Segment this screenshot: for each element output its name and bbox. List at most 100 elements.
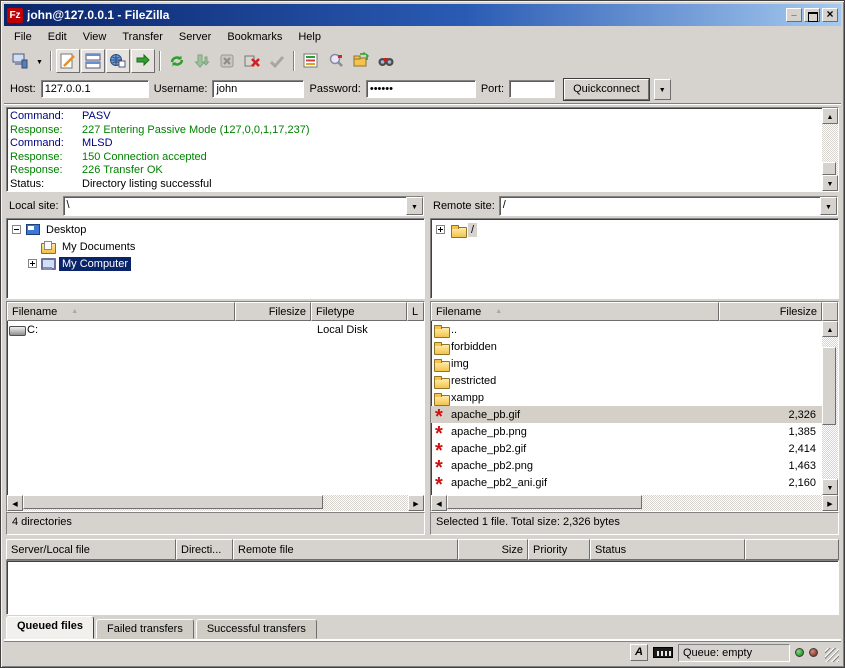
scroll-right-button[interactable] (408, 495, 424, 511)
password-input[interactable] (366, 80, 476, 98)
table-row[interactable]: apache_pb2_ani.gif2,160 (431, 474, 822, 491)
column-header-server-local-file[interactable]: Server/Local file (6, 539, 176, 560)
scroll-down-button[interactable] (822, 479, 838, 495)
minimize-button[interactable] (786, 8, 802, 22)
scroll-up-button[interactable] (822, 321, 838, 337)
scroll-left-button[interactable] (7, 495, 23, 511)
transfer-queue-list[interactable] (6, 560, 839, 615)
table-row[interactable]: apache_pb2.png1,463 (431, 457, 822, 474)
filter-icon (302, 52, 320, 70)
local-directory-tree: Desktop My Documents My Computer (6, 218, 425, 299)
log-label: Response: (10, 164, 82, 178)
tree-item-my-computer[interactable]: My Computer (9, 255, 424, 272)
port-label: Port: (481, 83, 504, 95)
toggle-remote-tree-button[interactable] (106, 49, 130, 73)
table-row[interactable]: img (431, 355, 822, 372)
toggle-local-tree-button[interactable] (81, 49, 105, 73)
scrollbar-thumb[interactable] (822, 162, 836, 175)
menu-file[interactable]: File (6, 29, 40, 45)
tree-item-root[interactable]: / (433, 221, 838, 238)
sync-browse-button[interactable] (349, 49, 373, 73)
reconnect-button[interactable] (265, 49, 289, 73)
column-header-filename[interactable]: Filename (7, 302, 235, 321)
find-button[interactable] (374, 49, 398, 73)
title-bar: Fz john@127.0.0.1 - FileZilla (4, 4, 841, 26)
scrollbar-thumb[interactable] (23, 495, 323, 509)
table-row[interactable]: apache_pb.png1,385 (431, 423, 822, 440)
tab-queued-files[interactable]: Queued files (6, 616, 94, 639)
local-list-hscrollbar[interactable] (7, 495, 424, 511)
column-header-remote-file[interactable]: Remote file (233, 539, 458, 560)
quickconnect-dropdown-button[interactable] (654, 79, 671, 100)
menu-bookmarks[interactable]: Bookmarks (219, 29, 290, 45)
scrollbar-thumb[interactable] (822, 347, 836, 425)
column-header-filesize[interactable]: Filesize (235, 302, 311, 321)
scroll-down-button[interactable] (822, 175, 838, 191)
disconnect-button[interactable] (240, 49, 264, 73)
username-input[interactable] (212, 80, 304, 98)
column-header-filename[interactable]: Filename (431, 302, 719, 321)
chevron-down-icon (36, 55, 43, 67)
scroll-up-button[interactable] (822, 108, 838, 124)
column-header-lastmodified[interactable]: L (407, 302, 424, 321)
indicator-badge-icon[interactable] (653, 647, 673, 658)
table-row[interactable]: C: Local Disk (7, 321, 424, 338)
remote-treeview-icon (109, 52, 127, 70)
column-header-direction[interactable]: Directi... (176, 539, 233, 560)
table-row-selected[interactable]: apache_pb.gif2,326 (431, 406, 822, 423)
toggle-message-log-button[interactable] (56, 49, 80, 73)
cancel-button[interactable] (215, 49, 239, 73)
datatype-ascii-indicator-icon[interactable]: A (630, 644, 648, 661)
menu-help[interactable]: Help (290, 29, 329, 45)
site-manager-dropdown-button[interactable] (33, 49, 46, 73)
quickconnect-button[interactable]: Quickconnect (564, 79, 649, 100)
local-site-combo[interactable]: \ (63, 196, 424, 216)
tree-item-desktop[interactable]: Desktop (9, 221, 424, 238)
remote-list-hscrollbar[interactable] (431, 495, 838, 511)
compare-button[interactable] (324, 49, 348, 73)
tab-failed-transfers[interactable]: Failed transfers (96, 619, 194, 639)
queue-view-icon (134, 52, 152, 70)
expand-icon[interactable] (28, 259, 37, 268)
scroll-right-button[interactable] (822, 495, 838, 511)
column-header-filetype[interactable]: Filetype (311, 302, 407, 321)
remote-directory-tree: / (430, 218, 839, 299)
table-row[interactable]: apache_pb2.gif2,414 (431, 440, 822, 457)
log-scrollbar[interactable] (822, 108, 838, 191)
column-header-filesize[interactable]: Filesize (719, 302, 822, 321)
table-row[interactable]: restricted (431, 372, 822, 389)
tab-successful-transfers[interactable]: Successful transfers (196, 619, 317, 639)
port-input[interactable] (509, 80, 555, 98)
menu-view[interactable]: View (75, 29, 115, 45)
column-header-priority[interactable]: Priority (528, 539, 590, 560)
menu-transfer[interactable]: Transfer (114, 29, 171, 45)
toggle-queue-button[interactable] (131, 49, 155, 73)
scrollbar-thumb[interactable] (447, 495, 642, 509)
process-queue-button[interactable] (190, 49, 214, 73)
file-size: 2,326 (723, 409, 822, 421)
remote-site-combo[interactable]: / (499, 196, 838, 216)
column-header-spacer (822, 302, 838, 321)
combo-dropdown-button[interactable] (406, 197, 423, 215)
collapse-icon[interactable] (12, 225, 21, 234)
table-row[interactable]: forbidden (431, 338, 822, 355)
menu-server[interactable]: Server (171, 29, 219, 45)
expand-icon[interactable] (436, 225, 445, 234)
tree-item-my-documents[interactable]: My Documents (9, 238, 424, 255)
column-header-status[interactable]: Status (590, 539, 745, 560)
file-name: apache_pb.png (451, 426, 723, 438)
table-row[interactable]: xampp (431, 389, 822, 406)
maximize-button[interactable] (804, 8, 820, 22)
filter-button[interactable] (299, 49, 323, 73)
menu-edit[interactable]: Edit (40, 29, 75, 45)
close-button[interactable] (822, 8, 838, 22)
column-header-size[interactable]: Size (458, 539, 528, 560)
combo-dropdown-button[interactable] (820, 197, 837, 215)
scroll-left-button[interactable] (431, 495, 447, 511)
refresh-button[interactable] (165, 49, 189, 73)
table-row[interactable]: .. (431, 321, 822, 338)
host-input[interactable] (41, 80, 149, 98)
remote-list-vscrollbar[interactable] (822, 321, 838, 495)
site-manager-button[interactable] (8, 49, 32, 73)
resize-grip[interactable] (825, 648, 839, 662)
